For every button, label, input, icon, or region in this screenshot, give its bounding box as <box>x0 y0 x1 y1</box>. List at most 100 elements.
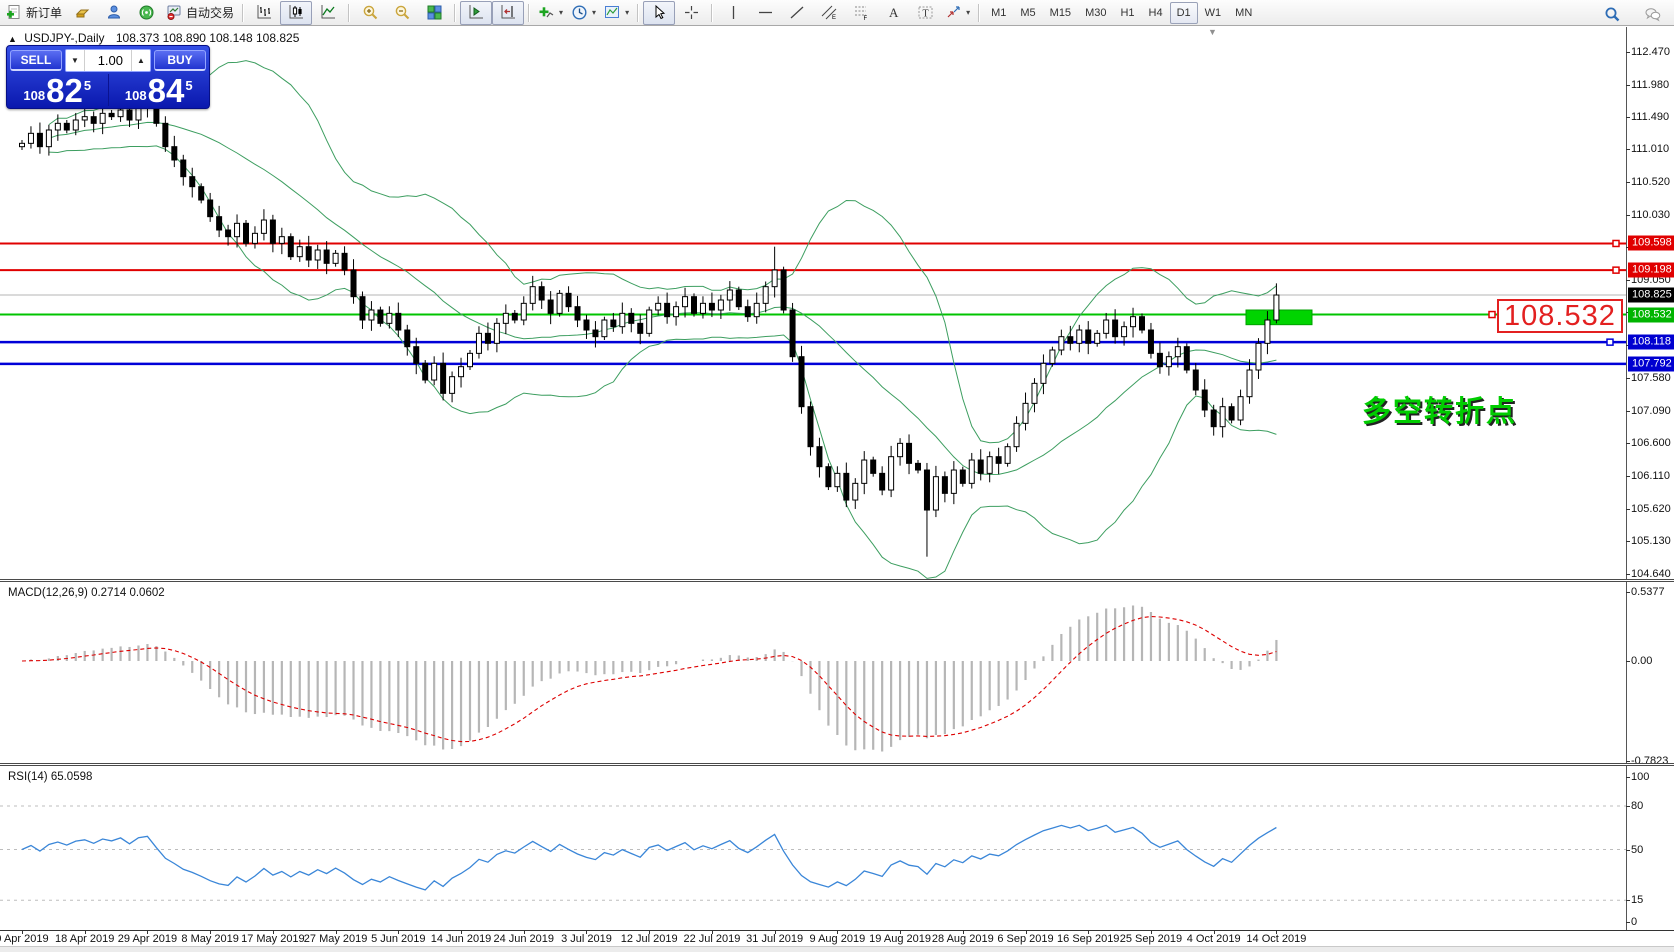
price-axis-tick <box>1626 149 1630 150</box>
timeframe-h1-button[interactable]: H1 <box>1113 2 1141 24</box>
chart-shift-marker-icon[interactable]: ▼ <box>1208 27 1217 37</box>
toolbar-new-order-button[interactable]: 新订单 <box>2 1 66 25</box>
price-axis-label: 111.010 <box>1631 143 1669 155</box>
horizontal-level-lines[interactable] <box>0 243 1626 363</box>
toolbar-cursor-button[interactable] <box>643 1 675 25</box>
volume-increase-button[interactable]: ▲ <box>131 50 150 71</box>
buy-button[interactable]: BUY <box>154 50 206 71</box>
price-axis-label: 112.470 <box>1631 46 1670 58</box>
toolbar-zoom-out-button[interactable] <box>386 1 418 25</box>
sell-price[interactable]: 108 82 5 <box>7 72 108 108</box>
toolbar-templates-button[interactable]: ▾ <box>600 1 633 25</box>
toolbar-separator <box>711 4 713 22</box>
macd-axis-tick <box>1626 761 1630 762</box>
rsi-pane-splitter[interactable] <box>0 763 1674 766</box>
turning-point-annotation: 多空转折点 <box>1362 388 1517 430</box>
toolbar-market-watch-button[interactable] <box>66 1 98 25</box>
timeframe-w1-button[interactable]: W1 <box>1198 2 1229 24</box>
toolbar-separator <box>348 4 350 22</box>
price-axis-label: 106.600 <box>1631 437 1671 449</box>
label-icon: T <box>917 4 934 21</box>
level-price-tag: 108.118 <box>1628 335 1674 350</box>
toolbar-zoom-in-button[interactable] <box>354 1 386 25</box>
toolbar-channel-button[interactable]: E <box>813 1 845 25</box>
toolbar-separator <box>978 4 980 22</box>
date-axis-label: 17 May 2019 <box>241 933 305 945</box>
date-axis-label: 25 Sep 2019 <box>1120 933 1182 945</box>
toolbar-navigator-button[interactable] <box>98 1 130 25</box>
svg-text:E: E <box>832 15 836 21</box>
timeframe-d1-button[interactable]: D1 <box>1170 2 1198 24</box>
candles-series <box>20 94 1279 556</box>
price-axis-label: 111.980 <box>1631 79 1669 91</box>
price-axis-label: 105.130 <box>1631 535 1671 547</box>
dropdown-arrow-icon[interactable]: ▾ <box>559 8 563 17</box>
vline-icon <box>725 4 742 21</box>
toolbar-button-label: 新订单 <box>26 4 62 21</box>
toolbar-signals-button[interactable] <box>130 1 162 25</box>
timeframe-m15-button[interactable]: M15 <box>1043 2 1078 24</box>
zoom-out-icon <box>394 4 411 21</box>
sell-price-big: 82 <box>46 74 83 107</box>
toolbar-candle-chart-button[interactable] <box>280 1 312 25</box>
macd-label: MACD(12,26,9) 0.2714 0.0602 <box>8 587 165 599</box>
volume-decrease-button[interactable]: ▼ <box>66 50 85 71</box>
toolbar-hline-button[interactable] <box>749 1 781 25</box>
toolbar-indicators-button[interactable]: ▾ <box>534 1 567 25</box>
main-toolbar: 新订单 自动交易 ▾ ▾ ▾ E FAT ▾ M1M5M15M30H1H4D1W1MN <box>0 0 1674 26</box>
volume-input[interactable]: 1.00 <box>85 50 131 71</box>
macd-axis-label: 0.00 <box>1631 655 1652 667</box>
toolbar-fibonacci-button[interactable]: F <box>845 1 877 25</box>
price-annotation-box[interactable]: 108.532 <box>1497 299 1623 333</box>
sell-button[interactable]: SELL <box>10 50 62 71</box>
toolbar-bar-chart-button[interactable] <box>248 1 280 25</box>
autotrading-icon <box>166 4 183 21</box>
toolbar-separator <box>454 4 456 22</box>
toolbar-auto-scroll-button[interactable] <box>460 1 492 25</box>
navigator-icon <box>106 4 123 21</box>
toolbar-trendline-button[interactable] <box>781 1 813 25</box>
toolbar-chart-shift-button[interactable] <box>492 1 524 25</box>
toolbar-label-button[interactable]: T <box>909 1 941 25</box>
periods-icon <box>571 4 588 21</box>
toolbar-text-button[interactable]: A <box>877 1 909 25</box>
toolbar-right-icons <box>1596 2 1668 26</box>
toolbar-crosshair-button[interactable] <box>675 1 707 25</box>
toolbar-search-button[interactable] <box>1596 2 1628 26</box>
timeframe-m30-button[interactable]: M30 <box>1078 2 1113 24</box>
date-axis-label: 19 Aug 2019 <box>869 933 931 945</box>
search-icon <box>1604 6 1621 23</box>
macd-indicator <box>22 605 1276 751</box>
toolbar-chat-button[interactable] <box>1636 2 1668 26</box>
timeframe-m1-button[interactable]: M1 <box>984 2 1013 24</box>
price-axis-label: 110.520 <box>1631 176 1670 188</box>
window-bottom-edge <box>0 946 1674 952</box>
level-price-tag: 109.198 <box>1628 263 1674 278</box>
toolbar-periods-button[interactable]: ▾ <box>567 1 600 25</box>
chart-canvas <box>0 0 1674 952</box>
date-axis-label: 29 Apr 2019 <box>118 933 177 945</box>
tile-windows-icon <box>426 4 443 21</box>
price-axis-tick <box>1626 280 1630 281</box>
timeframe-mn-button[interactable]: MN <box>1228 2 1259 24</box>
toolbar-line-chart-button[interactable] <box>312 1 344 25</box>
toolbar-tile-windows-button[interactable] <box>418 1 450 25</box>
toolbar-vline-button[interactable] <box>717 1 749 25</box>
price-axis-tick <box>1626 52 1630 53</box>
rsi-axis-label: 15 <box>1631 894 1643 906</box>
macd-pane-splitter[interactable] <box>0 579 1674 582</box>
cursor-icon <box>651 4 668 21</box>
dropdown-arrow-icon[interactable]: ▾ <box>592 8 596 17</box>
timeframe-h4-button[interactable]: H4 <box>1142 2 1170 24</box>
dropdown-arrow-icon[interactable]: ▾ <box>625 8 629 17</box>
rsi-axis-tick <box>1626 777 1630 778</box>
fibonacci-icon: F <box>853 4 870 21</box>
timeframe-m5-button[interactable]: M5 <box>1013 2 1042 24</box>
buy-price[interactable]: 108 84 5 <box>109 72 210 108</box>
dropdown-arrow-icon[interactable]: ▾ <box>966 8 970 17</box>
collapse-triangle-icon[interactable]: ▲ <box>8 34 17 44</box>
zoom-in-icon <box>362 4 379 21</box>
toolbar-arrows-button[interactable]: ▾ <box>941 1 974 25</box>
toolbar-autotrading-button[interactable]: 自动交易 <box>162 1 238 25</box>
date-axis-label: 9 Aug 2019 <box>810 933 866 945</box>
